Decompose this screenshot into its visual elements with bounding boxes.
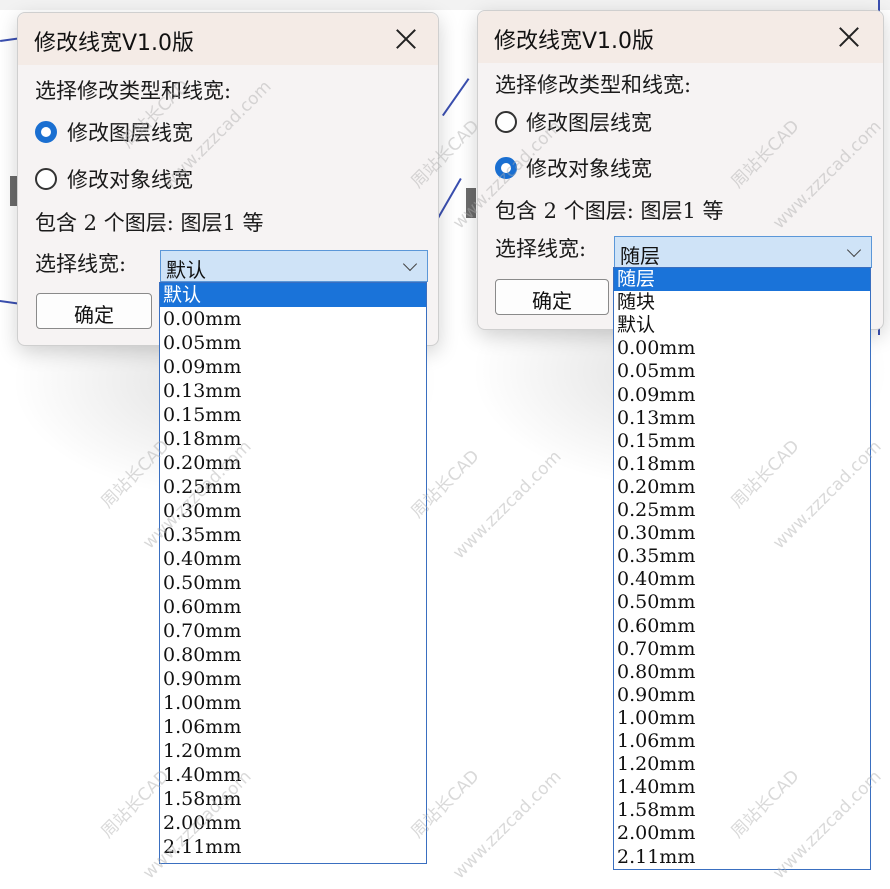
ok-button[interactable]: 确定 <box>495 279 609 315</box>
dropdown-option[interactable]: 0.30mm <box>614 522 870 545</box>
dropdown-option[interactable]: 0.15mm <box>160 403 426 427</box>
left-dropdown-list[interactable]: 默认 0.00mm 0.05mm 0.09mm 0.13mm 0.15mm 0.18mm 0.… <box>159 282 427 864</box>
lineweight-select[interactable]: 默认 <box>160 250 428 282</box>
dropdown-option[interactable]: 0.05mm <box>614 360 870 383</box>
dropdown-option[interactable]: 2.00mm <box>614 822 870 845</box>
dropdown-option[interactable]: 0.00mm <box>160 307 426 331</box>
dropdown-option[interactable]: 0.40mm <box>614 568 870 591</box>
dropdown-option[interactable]: 1.20mm <box>160 739 426 763</box>
dropdown-option[interactable]: 0.35mm <box>160 523 426 547</box>
radio-object-label[interactable]: 修改对象线宽 <box>526 153 652 183</box>
dropdown-option[interactable]: 0.35mm <box>614 545 870 568</box>
select-value: 随层 <box>620 244 660 268</box>
dropdown-option[interactable]: 1.58mm <box>614 799 870 822</box>
chevron-down-icon[interactable] <box>846 242 862 258</box>
dropdown-option[interactable]: 1.20mm <box>614 753 870 776</box>
dropdown-option[interactable]: 0.09mm <box>160 355 426 379</box>
radio-layer-lineweight[interactable] <box>35 121 57 143</box>
close-icon[interactable] <box>833 21 865 53</box>
lineweight-select[interactable]: 随层 <box>614 236 872 268</box>
watermark-text: www.zzzcad.com <box>449 766 566 884</box>
dropdown-option[interactable]: 0.90mm <box>160 667 426 691</box>
select-value: 默认 <box>166 258 206 282</box>
prompt-label: 选择修改类型和线宽: <box>495 73 692 97</box>
dropdown-option[interactable]: 0.90mm <box>614 684 870 707</box>
dropdown-option[interactable]: 1.06mm <box>160 715 426 739</box>
dropdown-option[interactable]: 0.09mm <box>614 384 870 407</box>
dropdown-option[interactable]: 0.70mm <box>614 638 870 661</box>
dropdown-option[interactable]: 0.60mm <box>614 615 870 638</box>
lineweight-label: 选择线宽: <box>35 252 127 276</box>
dropdown-option[interactable]: 2.11mm <box>614 846 870 869</box>
dropdown-option[interactable]: 0.13mm <box>614 407 870 430</box>
dropdown-option[interactable]: 默认 <box>614 314 870 337</box>
dropdown-option[interactable]: 1.00mm <box>614 707 870 730</box>
layer-info: 包含 2 个图层: 图层1 等 <box>495 199 724 223</box>
dropdown-option[interactable]: 0.25mm <box>614 499 870 522</box>
lineweight-label: 选择线宽: <box>495 237 587 261</box>
dropdown-option[interactable]: 1.58mm <box>160 787 426 811</box>
ok-button-label: 确定 <box>74 303 114 327</box>
canvas-block <box>466 188 476 218</box>
dropdown-option[interactable]: 0.05mm <box>160 331 426 355</box>
radio-object-lineweight[interactable] <box>35 168 57 190</box>
canvas-top-strip <box>0 0 890 10</box>
dropdown-option[interactable]: 0.70mm <box>160 619 426 643</box>
dropdown-option[interactable]: 0.20mm <box>614 476 870 499</box>
canvas-line <box>442 78 470 117</box>
dropdown-option[interactable]: 0.50mm <box>614 591 870 614</box>
dropdown-option[interactable]: 0.25mm <box>160 475 426 499</box>
radio-object-lineweight[interactable] <box>495 157 517 179</box>
radio-object-label[interactable]: 修改对象线宽 <box>67 164 193 194</box>
dropdown-option[interactable]: 0.30mm <box>160 499 426 523</box>
dialog-title: 修改线宽V1.0版 <box>34 31 195 56</box>
ok-button-label: 确定 <box>532 289 572 313</box>
dropdown-option[interactable]: 0.80mm <box>160 643 426 667</box>
dropdown-option[interactable]: 默认 <box>160 283 426 307</box>
dropdown-option[interactable]: 随块 <box>614 291 870 314</box>
dropdown-option[interactable]: 2.00mm <box>160 811 426 835</box>
prompt-label: 选择修改类型和线宽: <box>35 79 232 103</box>
dropdown-option[interactable]: 0.13mm <box>160 379 426 403</box>
dropdown-option[interactable]: 1.40mm <box>614 776 870 799</box>
ok-button[interactable]: 确定 <box>36 293 152 329</box>
dropdown-option[interactable]: 0.18mm <box>160 427 426 451</box>
dropdown-option[interactable]: 0.18mm <box>614 453 870 476</box>
radio-layer-label[interactable]: 修改图层线宽 <box>67 117 193 147</box>
dropdown-option[interactable]: 0.40mm <box>160 547 426 571</box>
dialog-title: 修改线宽V1.0版 <box>494 29 655 54</box>
dropdown-option[interactable]: 0.15mm <box>614 430 870 453</box>
close-icon[interactable] <box>390 23 422 55</box>
dropdown-option[interactable]: 1.40mm <box>160 763 426 787</box>
right-dropdown-list[interactable]: 随层 随块 默认 0.00mm 0.05mm 0.09mm 0.13mm 0.15mm 0.18… <box>613 267 871 870</box>
title-bar: 修改线宽V1.0版 <box>478 11 883 63</box>
layer-info: 包含 2 个图层: 图层1 等 <box>35 211 264 235</box>
title-bar: 修改线宽V1.0版 <box>18 13 438 65</box>
dropdown-option[interactable]: 0.80mm <box>614 661 870 684</box>
dropdown-option[interactable]: 0.20mm <box>160 451 426 475</box>
dropdown-option[interactable]: 0.50mm <box>160 571 426 595</box>
dropdown-option[interactable]: 0.60mm <box>160 595 426 619</box>
dropdown-option[interactable]: 1.00mm <box>160 691 426 715</box>
radio-layer-label[interactable]: 修改图层线宽 <box>526 107 652 137</box>
dropdown-option[interactable]: 2.11mm <box>160 835 426 859</box>
chevron-down-icon[interactable] <box>402 256 418 272</box>
dropdown-option[interactable]: 1.06mm <box>614 730 870 753</box>
radio-layer-lineweight[interactable] <box>495 111 517 133</box>
dropdown-option[interactable]: 0.00mm <box>614 337 870 360</box>
dropdown-option[interactable]: 随层 <box>614 268 870 292</box>
